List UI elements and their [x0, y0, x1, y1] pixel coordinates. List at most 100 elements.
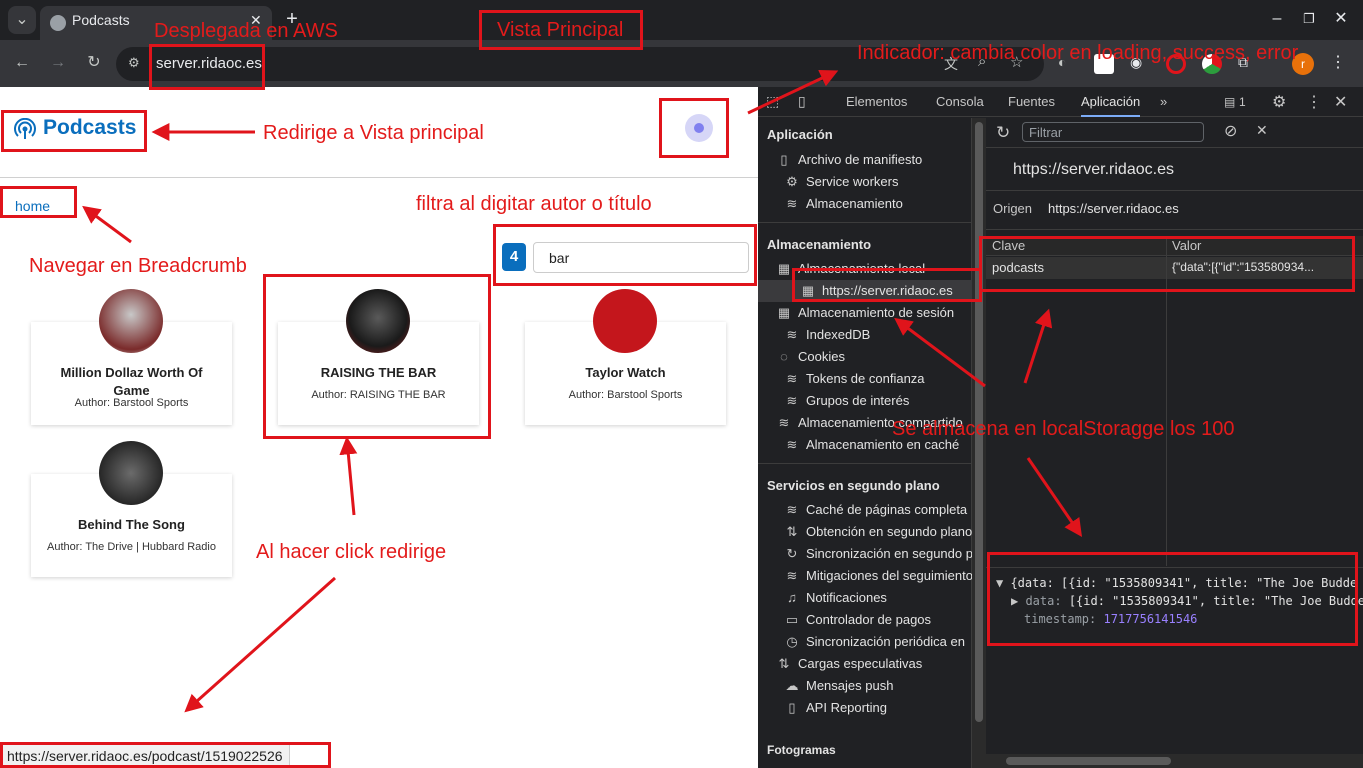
sidebar-item-manifest[interactable]: ▯ Archivo de manifiesto: [758, 149, 972, 171]
annotation-box-breadcrumb: [0, 186, 77, 218]
close-devtools-icon[interactable]: ✕: [1334, 92, 1347, 112]
tab-elementos[interactable]: Elementos: [846, 87, 907, 117]
sidebar-scrollbar[interactable]: [972, 118, 986, 768]
podcast-author: Author: Barstool Sports: [74, 397, 189, 409]
podcast-name: Million Dollaz Worth Of Game: [60, 365, 203, 398]
database-icon: ≋: [786, 393, 798, 408]
issues-icon[interactable]: ▤: [1224, 95, 1235, 109]
cloud-icon: ☁: [785, 678, 799, 693]
inspect-icon[interactable]: ⬚: [766, 93, 779, 110]
issues-count: 1: [1239, 95, 1246, 109]
divider: [758, 463, 971, 464]
section-aplicacion: Aplicación: [767, 127, 833, 142]
podcast-avatar: [99, 441, 163, 505]
origin-heading: https://server.ridaoc.es: [1013, 161, 1174, 178]
clear-all-icon[interactable]: ⊘: [1224, 121, 1237, 141]
database-icon: ≋: [786, 196, 798, 211]
annotation-box-search: [493, 224, 757, 286]
annotation-box-indicator: [659, 98, 729, 158]
sidebar-item-periodic-sync[interactable]: ◷ Sincronización periódica en: [758, 631, 972, 653]
annotation-box-card: [263, 274, 491, 439]
database-icon: ≋: [786, 502, 798, 517]
origin-value: https://server.ridaoc.es: [1048, 201, 1179, 216]
globe-icon: [50, 15, 66, 31]
filter-placeholder: Filtrar: [1029, 125, 1063, 140]
sidebar-item-payment-handler[interactable]: ▭ Controlador de pagos: [758, 609, 972, 631]
annotation-box-logo: [1, 110, 147, 152]
settings-gear-icon[interactable]: ⚙: [1272, 92, 1286, 112]
tab-fuentes[interactable]: Fuentes: [1008, 87, 1055, 117]
annotation-filter: filtra al digitar autor o título: [416, 193, 652, 215]
annotation-storage: Se almacena en localStoragge los 100: [892, 418, 1235, 440]
application-sidebar: Aplicación ▯ Archivo de manifiesto ⚙ Servi…: [758, 118, 986, 768]
browser-menu-icon[interactable]: ⋮: [1326, 49, 1350, 77]
annotation-click: Al hacer click redirige: [256, 541, 447, 563]
sidebar-item-notifications[interactable]: ♫ Notificaciones: [758, 587, 972, 609]
annotation-redirect-main: Redirige a Vista principal: [263, 122, 484, 144]
podcast-name: Taylor Watch: [585, 365, 666, 380]
sidebar-item-storage[interactable]: ≋ Almacenamiento: [758, 193, 972, 215]
file-icon: ▯: [780, 152, 788, 167]
storage-pane: ↻ Filtrar ⊘ ✕ https://server.ridaoc.es O…: [986, 118, 1363, 768]
close-window-button[interactable]: ✕: [1328, 5, 1354, 33]
sidebar-item-indexeddb[interactable]: ≋ IndexedDB: [758, 324, 972, 346]
sidebar-item-reporting-api[interactable]: ▯ API Reporting: [758, 697, 972, 719]
podcast-author: Author: Barstool Sports: [568, 389, 683, 401]
annotation-box-status: [0, 742, 331, 768]
arrows-icon: ⇅: [786, 524, 798, 539]
annotation-indicator: Indicador: cambia color en loading, succ…: [857, 42, 1299, 64]
refresh-icon[interactable]: ↻: [996, 123, 1010, 143]
divider: [986, 147, 1363, 148]
podcast-name: Behind The Song: [78, 517, 185, 532]
annotation-box-url: [149, 44, 265, 90]
minimize-button[interactable]: –: [1264, 5, 1290, 33]
sidebar-item-trust-tokens[interactable]: ≋ Tokens de confianza: [758, 368, 972, 390]
more-tabs-icon[interactable]: »: [1160, 87, 1167, 117]
delete-selected-icon[interactable]: ✕: [1256, 122, 1268, 139]
arrows-icon: ⇅: [778, 656, 790, 671]
divider: [758, 222, 971, 223]
database-icon: ≋: [778, 415, 790, 430]
forward-button[interactable]: →: [44, 49, 72, 77]
sidebar-item-background-sync[interactable]: ↻Sincronización en segundo plano: [758, 543, 972, 565]
sidebar-item-bfcache[interactable]: ≋ Caché de páginas completa: [758, 499, 972, 521]
database-icon: ≋: [786, 371, 798, 386]
section-background-services: Servicios en segundo plano: [767, 478, 940, 493]
devtools-tabbar: ⬚ ▯ Elementos Consola Fuentes Aplicación…: [758, 87, 1363, 117]
restore-button[interactable]: ❐: [1296, 5, 1322, 33]
divider: [986, 190, 1363, 191]
sidebar-item-interest-groups[interactable]: ≋ Grupos de interés: [758, 390, 972, 412]
annotation-box-origin: [792, 268, 982, 302]
header-divider: [0, 177, 758, 178]
podcast-avatar: [99, 289, 163, 353]
sidebar-item-session-storage[interactable]: ▦ Almacenamiento de sesión: [758, 302, 972, 324]
tab-consola[interactable]: Consola: [936, 87, 984, 117]
annotation-breadcrumb: Navegar en Breadcrumb: [29, 255, 247, 277]
divider: [986, 229, 1363, 230]
sidebar-item-cookies[interactable]: ◌ Cookies: [758, 346, 972, 368]
tab-aplicacion[interactable]: Aplicación: [1081, 87, 1141, 117]
horizontal-scrollbar[interactable]: [986, 754, 1363, 768]
scrollbar-thumb[interactable]: [1006, 757, 1171, 765]
bell-icon: ♫: [787, 590, 797, 605]
sync-icon: ↻: [786, 546, 798, 561]
devtools-menu-icon[interactable]: ⋮: [1306, 92, 1322, 112]
sidebar-item-background-fetch[interactable]: ⇅ Obtención en segundo plano: [758, 521, 972, 543]
filter-input[interactable]: Filtrar: [1022, 122, 1204, 142]
annotation-aws: Desplegada en AWS: [154, 20, 338, 42]
cookie-icon: ◌: [780, 349, 788, 364]
reload-button[interactable]: ↻: [80, 49, 108, 77]
tab-search-button[interactable]: ⌄: [8, 6, 36, 34]
card-icon: ▭: [785, 612, 799, 627]
sidebar-item-push-messages[interactable]: ☁ Mensajes push: [758, 675, 972, 697]
origin-label: Origen: [993, 201, 1033, 216]
sidebar-item-bounce-tracking[interactable]: ≋ Mitigaciones del seguimiento: [758, 565, 972, 587]
file-icon: ▯: [788, 700, 796, 715]
site-info-icon[interactable]: ⚙: [128, 55, 140, 71]
device-toggle-icon[interactable]: ▯: [798, 93, 806, 110]
section-frames: Fotogramas: [767, 743, 836, 757]
sidebar-item-speculative-loads[interactable]: ⇅ Cargas especulativas: [758, 653, 972, 675]
back-button[interactable]: ←: [8, 49, 36, 77]
gears-icon: ⚙: [786, 174, 798, 189]
sidebar-item-service-workers[interactable]: ⚙ Service workers: [758, 171, 972, 193]
